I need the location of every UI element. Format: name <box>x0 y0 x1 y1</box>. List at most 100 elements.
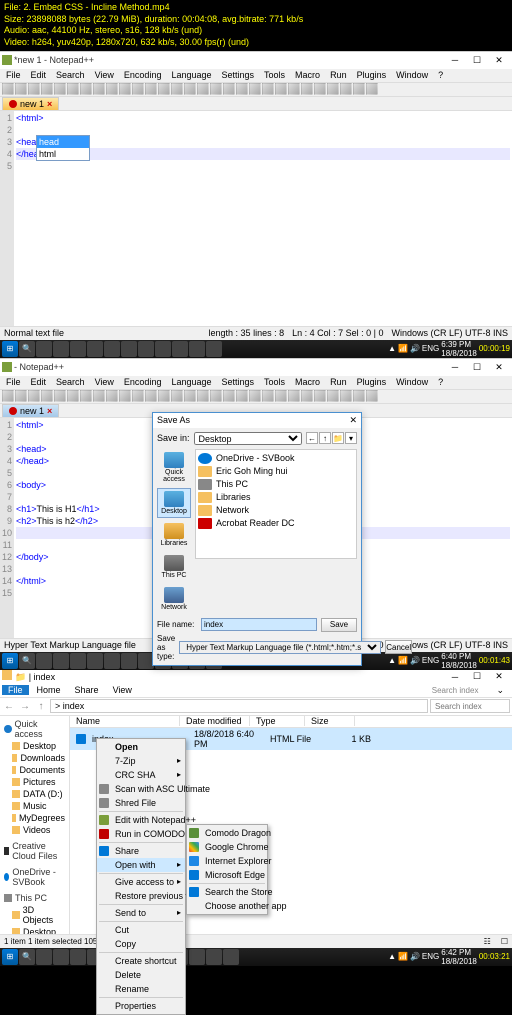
store-icon[interactable] <box>104 341 120 357</box>
sidebar-quickaccess[interactable]: Quick access <box>157 449 191 486</box>
sidebar-network[interactable]: Network <box>157 584 191 614</box>
ctx-delete[interactable]: Delete <box>97 968 185 982</box>
lang-indicator[interactable]: ENG <box>422 952 439 961</box>
toolbar-new-icon[interactable] <box>2 83 14 95</box>
ctx-comodo[interactable]: Run in COMODO container <box>97 827 185 841</box>
sidebar-item[interactable]: Pictures <box>2 776 67 788</box>
taskview-icon[interactable] <box>36 949 52 965</box>
toolbar-replace-icon[interactable] <box>171 83 183 95</box>
minimize-button[interactable]: ─ <box>444 53 466 68</box>
ie-icon[interactable] <box>53 949 69 965</box>
toolbar-btn[interactable] <box>184 390 196 402</box>
toolbar-indent-icon[interactable] <box>249 83 261 95</box>
sidebar-item[interactable]: Desktop <box>2 740 67 752</box>
ctx-crcsha[interactable]: CRC SHA <box>97 768 185 782</box>
forward-button[interactable]: → <box>18 699 32 713</box>
menu-help[interactable]: ? <box>434 70 447 80</box>
toolbar-btn[interactable] <box>236 390 248 402</box>
notepadpp-icon[interactable] <box>206 341 222 357</box>
menu-settings[interactable]: Settings <box>218 377 259 387</box>
toolbar-btn[interactable] <box>15 390 27 402</box>
lang-indicator[interactable]: ENG <box>422 656 439 665</box>
toolbar-copy-icon[interactable] <box>106 83 118 95</box>
toolbar-redo-icon[interactable] <box>145 83 157 95</box>
toolbar-monitor-icon[interactable] <box>301 83 313 95</box>
sidebar-thispc[interactable]: This PC <box>157 552 191 582</box>
start-button[interactable]: ⊞ <box>2 341 18 357</box>
toolbar-closeall-icon[interactable] <box>67 83 79 95</box>
volume-icon[interactable]: 🔊 <box>410 952 420 961</box>
menu-settings[interactable]: Settings <box>218 70 259 80</box>
column-headers[interactable]: Name Date modified Type Size <box>70 716 512 728</box>
sidebar-desktop[interactable]: Desktop <box>157 488 191 518</box>
toolbar-btn[interactable] <box>223 390 235 402</box>
sidebar-libraries[interactable]: Libraries <box>157 520 191 550</box>
toolbar-func-icon[interactable] <box>275 83 287 95</box>
clock[interactable]: 6:42 PM18/8/2018 <box>441 948 477 966</box>
maximize-button[interactable]: ☐ <box>466 53 488 68</box>
ctx-openwith[interactable]: Open with <box>97 858 185 872</box>
sidebar-item[interactable]: MyDegrees <box>2 812 67 824</box>
store-icon[interactable] <box>104 653 120 669</box>
view-large-icon[interactable]: ☐ <box>501 937 508 946</box>
search-icon[interactable]: 🔍 <box>19 341 35 357</box>
ctx-giveaccess[interactable]: Give access to <box>97 875 185 889</box>
list-item[interactable]: Libraries <box>198 491 354 504</box>
file-view[interactable]: Name Date modified Type Size index 18/8/… <box>70 716 512 934</box>
sidebar-item[interactable]: Music <box>2 800 67 812</box>
menu-search[interactable]: Search <box>52 377 89 387</box>
toolbar-zoomin-icon[interactable] <box>184 83 196 95</box>
toolbar-btn[interactable] <box>340 390 352 402</box>
ribbon-view[interactable]: View <box>107 685 138 695</box>
menu-view[interactable]: View <box>91 377 118 387</box>
ribbon-share[interactable]: Share <box>69 685 105 695</box>
outlook-icon[interactable] <box>155 341 171 357</box>
menu-run[interactable]: Run <box>326 70 351 80</box>
filename-input[interactable] <box>201 618 317 631</box>
volume-icon[interactable]: 🔊 <box>410 656 420 665</box>
ctx-scan-asc[interactable]: Scan with ASC Ultimate <box>97 782 185 796</box>
ctx-share[interactable]: Share <box>97 844 185 858</box>
views-icon[interactable]: ▾ <box>345 432 357 444</box>
cancel-button[interactable]: Cancel <box>385 640 412 654</box>
autocomplete-item-html[interactable]: html <box>37 148 89 160</box>
save-button[interactable]: Save <box>321 618 357 632</box>
toolbar-btn[interactable] <box>249 390 261 402</box>
ctx-properties[interactable]: Properties <box>97 999 185 1013</box>
mail-icon[interactable] <box>138 341 154 357</box>
menu-macro[interactable]: Macro <box>291 377 324 387</box>
ribbon-expand-icon[interactable]: ⌄ <box>490 685 510 696</box>
toolbar-folder-icon[interactable] <box>262 83 274 95</box>
menu-encoding[interactable]: Encoding <box>120 377 166 387</box>
clock[interactable]: 6:39 PM18/8/2018 <box>441 340 477 358</box>
ow-store[interactable]: Search the Store <box>187 885 267 899</box>
explorer-running-icon[interactable] <box>223 949 239 965</box>
minimize-button[interactable]: ─ <box>444 669 466 684</box>
ctx-shred[interactable]: Shred File <box>97 796 185 810</box>
savein-dropdown[interactable]: Desktop <box>194 432 302 445</box>
sidebar-item[interactable]: 3D Objects <box>2 904 67 926</box>
sidebar-item[interactable]: Documents <box>2 764 67 776</box>
ctx-shortcut[interactable]: Create shortcut <box>97 954 185 968</box>
ctx-copy[interactable]: Copy <box>97 937 185 951</box>
ow-comodo[interactable]: Comodo Dragon <box>187 826 267 840</box>
up-icon[interactable]: ↑ <box>319 432 331 444</box>
close-button[interactable]: ✕ <box>488 669 510 684</box>
sidebar-item[interactable]: Videos <box>2 824 67 836</box>
toolbar-record-icon[interactable] <box>314 83 326 95</box>
menu-plugins[interactable]: Plugins <box>353 377 391 387</box>
menu-encoding[interactable]: Encoding <box>120 70 166 80</box>
toolbar-save-icon[interactable] <box>28 83 40 95</box>
toolbar-btn[interactable] <box>171 390 183 402</box>
back-button[interactable]: ← <box>2 699 16 713</box>
toolbar-paste-icon[interactable] <box>119 83 131 95</box>
taskview-icon[interactable] <box>36 341 52 357</box>
menu-edit[interactable]: Edit <box>27 70 51 80</box>
toolbar-zoomout-icon[interactable] <box>197 83 209 95</box>
list-item[interactable]: This PC <box>198 478 354 491</box>
toolbar-btn[interactable] <box>353 390 365 402</box>
toolbar-play-icon[interactable] <box>327 83 339 95</box>
toolbar-btn[interactable] <box>158 390 170 402</box>
word-icon[interactable] <box>172 341 188 357</box>
saveastype-dropdown[interactable]: Hyper Text Markup Language file (*.html;… <box>179 641 381 654</box>
